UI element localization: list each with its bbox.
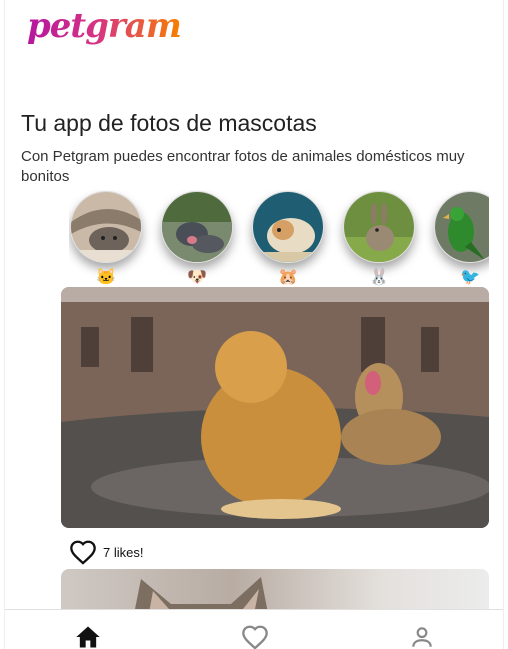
bottom-nav: [5, 609, 503, 649]
heart-outline-icon: [70, 540, 96, 565]
user-icon: [411, 627, 432, 647]
app-frame: petgram Tu app de fotos de mascotas Con …: [4, 0, 504, 649]
nav-favorites-button[interactable]: [235, 616, 275, 649]
likes-count: 7 likes!: [103, 544, 144, 560]
category-image-cat: [70, 191, 142, 263]
category-image-rabbit: [343, 191, 415, 263]
nav-home-button[interactable]: [68, 616, 108, 649]
category-emoji-rabbit: 🐰: [369, 269, 389, 286]
category-image-hamster: [252, 191, 324, 263]
category-image-bird: [434, 191, 489, 263]
category-item-cat[interactable]: 🐱: [69, 190, 143, 287]
home-icon: [76, 626, 100, 648]
likes-row: 7 likes!: [69, 538, 143, 566]
category-item-hamster[interactable]: 🐹: [251, 190, 325, 287]
category-item-rabbit[interactable]: 🐰: [342, 190, 416, 287]
heart-icon: [242, 625, 268, 649]
pet-photo-dogs[interactable]: [61, 287, 489, 528]
category-emoji-bird: 🐦: [460, 269, 480, 286]
category-item-dog[interactable]: 🐶: [160, 190, 234, 287]
nav-profile-button[interactable]: [402, 616, 442, 649]
category-emoji-cat: 🐱: [96, 269, 116, 286]
category-emoji-hamster: 🐹: [278, 269, 298, 286]
page-title: Tu app de fotos de mascotas: [21, 110, 317, 136]
page-subtitle: Con Petgram puedes encontrar fotos de an…: [21, 148, 465, 185]
category-image-dog: [161, 191, 233, 263]
category-item-bird[interactable]: 🐦: [433, 190, 489, 287]
like-button[interactable]: [69, 539, 97, 565]
petgram-logo[interactable]: petgram: [27, 6, 182, 46]
category-list: 🐱 🐶 🐹 🐰 🐦: [69, 190, 489, 290]
category-emoji-dog: 🐶: [187, 269, 207, 286]
